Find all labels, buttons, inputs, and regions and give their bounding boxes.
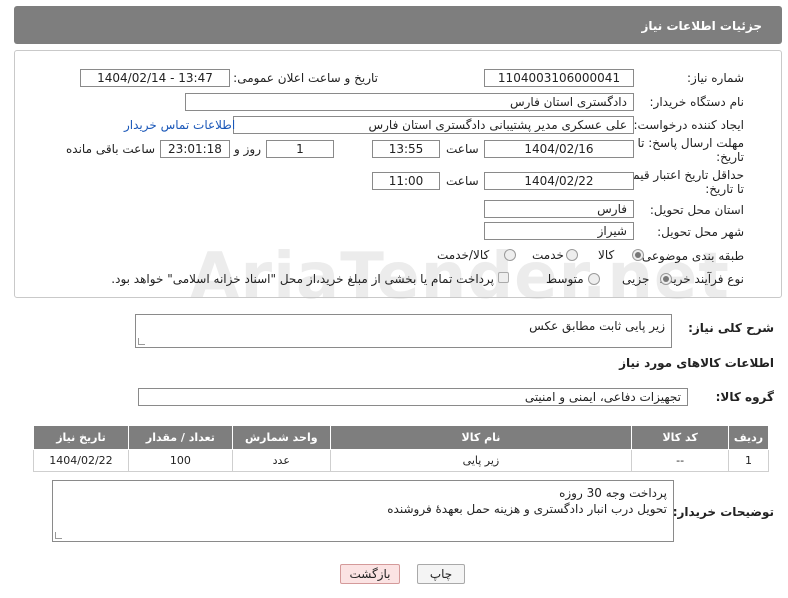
category-option-goods-service: کالا/خدمت	[437, 248, 490, 262]
reply-days-field[interactable]: 1	[266, 140, 334, 158]
delivery-province-label: استان محل تحویل:	[649, 203, 744, 217]
header-row-number: ردیف	[728, 425, 769, 450]
category-radio-service[interactable]	[566, 249, 578, 261]
buyer-contact-link[interactable]: اطلاعات تماس خریدار	[124, 118, 235, 132]
buyer-org-field[interactable]: دادگستری استان فارس	[185, 93, 634, 111]
days-label: روز و	[234, 142, 261, 156]
announce-label: تاریخ و ساعت اعلان عمومی:	[233, 71, 378, 85]
remaining-label: ساعت باقی مانده	[66, 142, 156, 156]
reply-deadline-label-2: تاریخ:	[716, 150, 744, 164]
delivery-city-field[interactable]: شیراز	[484, 222, 634, 240]
buyer-notes-textarea[interactable]: پرداخت وجه 30 روزه تحویل درب انبار دادگس…	[52, 480, 674, 542]
page-header: جزئیات اطلاعات نیاز	[14, 6, 782, 44]
goods-info-title: اطلاعات کالاهای مورد نیاز	[619, 356, 774, 370]
price-validity-label-1: حداقل تاریخ اعتبار قیمت:	[617, 168, 744, 182]
process-radio-medium[interactable]	[588, 273, 600, 285]
remaining-time-field[interactable]: 23:01:18	[160, 140, 230, 158]
category-option-goods: کالا	[598, 248, 615, 262]
description-text: زیر پایی ثابت مطابق عکس	[529, 319, 665, 333]
table-row[interactable]: 1 -- زیر پایی عدد 100 1404/02/22	[33, 449, 769, 472]
header-quantity: تعداد / مقدار	[127, 425, 233, 450]
description-label: شرح کلی نیاز:	[688, 321, 774, 335]
delivery-province-field[interactable]: فارس	[484, 200, 634, 218]
reply-time-label: ساعت	[446, 142, 479, 156]
goods-group-field[interactable]: تجهیزات دفاعی، ایمنی و امنیتی	[138, 388, 688, 406]
delivery-city-label: شهر محل تحویل:	[657, 225, 744, 239]
header-need-date: تاریخ نیاز	[33, 425, 129, 450]
cell-goods-name: زیر پایی	[329, 449, 633, 472]
header-unit: واحد شمارش	[231, 425, 331, 450]
need-number-label: شماره نیاز:	[687, 71, 744, 85]
creator-field[interactable]: علی عسکری مدیر پشتیبانی دادگستری استان ف…	[233, 116, 634, 134]
page-title: جزئیات اطلاعات نیاز	[641, 19, 762, 33]
cell-need-date: 1404/02/22	[33, 449, 129, 472]
treasury-note: پرداخت تمام یا بخشی از مبلغ خرید،از محل …	[111, 272, 494, 286]
resize-handle[interactable]	[55, 532, 62, 539]
cell-row-number: 1	[728, 449, 769, 472]
process-option-medium: متوسط	[546, 272, 584, 286]
announce-field[interactable]: 1404/02/14 - 13:47	[80, 69, 230, 87]
table-header-row: ردیف کد کالا نام کالا واحد شمارش تعداد /…	[33, 425, 769, 450]
items-table: ردیف کد کالا نام کالا واحد شمارش تعداد /…	[33, 425, 769, 472]
process-option-small: جزیی	[622, 272, 650, 286]
reply-deadline-label-1: مهلت ارسال پاسخ: تا	[637, 136, 744, 150]
cell-goods-code: --	[631, 449, 730, 472]
header-goods-name: نام کالا	[329, 425, 633, 450]
price-validity-time-field[interactable]: 11:00	[372, 172, 440, 190]
cell-unit: عدد	[231, 449, 331, 472]
resize-handle[interactable]	[138, 338, 145, 345]
need-number-field[interactable]: 1104003106000041	[484, 69, 634, 87]
category-option-service: خدمت	[532, 248, 564, 262]
category-radio-goods[interactable]	[632, 249, 644, 261]
price-validity-time-label: ساعت	[446, 174, 479, 188]
category-radio-goods-service[interactable]	[504, 249, 516, 261]
treasury-checkbox[interactable]	[498, 272, 509, 283]
reply-time-field[interactable]: 13:55	[372, 140, 440, 158]
buyer-notes-line-2: تحویل درب انبار دادگستری و هزینه حمل بعه…	[387, 502, 667, 516]
print-button[interactable]: چاپ	[417, 564, 465, 584]
reply-date-field[interactable]: 1404/02/16	[484, 140, 634, 158]
buyer-notes-line-1: پرداخت وجه 30 روزه	[559, 486, 667, 500]
category-label: طبقه بندی موضوعی:	[637, 249, 744, 263]
goods-group-label: گروه کالا:	[715, 390, 774, 404]
process-radio-small[interactable]	[660, 273, 672, 285]
price-validity-date-field[interactable]: 1404/02/22	[484, 172, 634, 190]
cell-quantity: 100	[127, 449, 233, 472]
buyer-org-label: نام دستگاه خریدار:	[649, 95, 745, 109]
price-validity-label-2: تا تاریخ:	[705, 182, 744, 196]
buyer-notes-label: توضیحات خریدار:	[672, 505, 774, 519]
header-goods-code: کد کالا	[631, 425, 730, 450]
items-table-wrapper: ردیف کد کالا نام کالا واحد شمارش تعداد /…	[33, 425, 769, 472]
description-textarea[interactable]: زیر پایی ثابت مطابق عکس	[135, 314, 672, 348]
back-button[interactable]: بازگشت	[340, 564, 400, 584]
creator-label: ایجاد کننده درخواست:	[633, 118, 744, 132]
